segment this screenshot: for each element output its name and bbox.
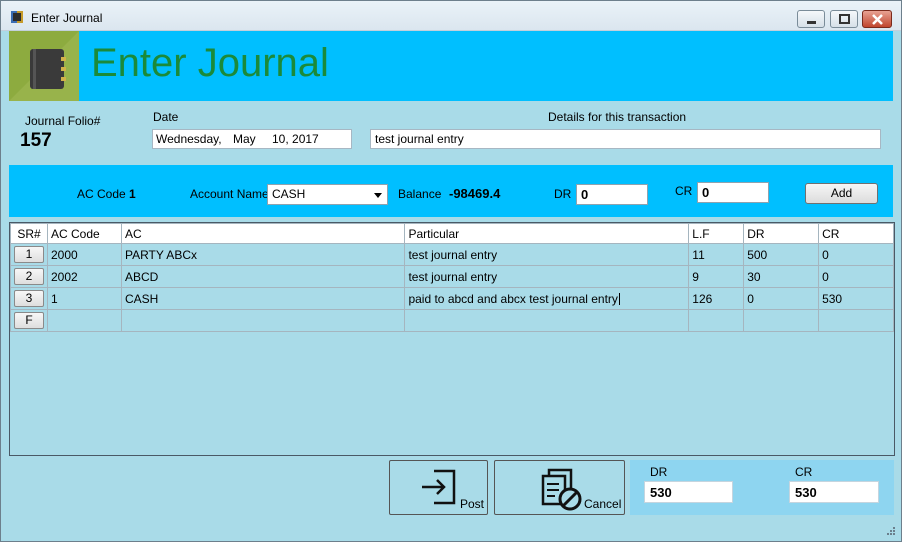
- minimize-button[interactable]: [797, 10, 825, 28]
- post-label: Post: [460, 497, 485, 511]
- window-title: Enter Journal: [31, 11, 103, 25]
- cell-particular-text: paid to abcd and abcx test journal entry: [408, 291, 618, 306]
- date-label: Date: [153, 110, 179, 124]
- minimize-icon: [807, 21, 816, 24]
- account-name-select[interactable]: CASH: [267, 184, 388, 205]
- details-label: Details for this transaction: [548, 110, 687, 124]
- col-header-ac[interactable]: AC: [120, 223, 406, 244]
- total-cr-label: CR: [795, 465, 813, 479]
- balance-value: -98469.4: [449, 186, 501, 201]
- table-row[interactable]: 1 2000 PARTY ABCx test journal entry 11 …: [10, 243, 894, 266]
- cell-ac[interactable]: ABCD: [120, 265, 406, 288]
- cr-label: CR: [675, 184, 693, 198]
- banner-logo: [9, 31, 79, 101]
- col-header-cr[interactable]: CR: [818, 223, 894, 244]
- cell-ac-code[interactable]: 1: [47, 287, 122, 310]
- cancel-label: Cancel: [584, 497, 622, 511]
- row-select-button[interactable]: F: [14, 312, 44, 329]
- page-title: Enter Journal: [91, 41, 329, 85]
- total-dr-label: DR: [650, 465, 668, 479]
- cell-dr[interactable]: 0: [743, 287, 820, 310]
- col-header-ac-code[interactable]: AC Code: [47, 223, 122, 244]
- cell-cr[interactable]: 0: [818, 265, 894, 288]
- maximize-icon: [839, 14, 850, 24]
- cell-ac-code[interactable]: 2000: [47, 243, 122, 266]
- folio-label: Journal Folio#: [25, 114, 101, 128]
- balance-label: Balance: [398, 187, 442, 201]
- chevron-down-icon: [374, 193, 382, 198]
- cancel-document-icon: [541, 468, 582, 511]
- table-row-new[interactable]: F: [10, 309, 894, 332]
- details-input[interactable]: test journal entry: [370, 129, 881, 149]
- cell-dr[interactable]: 30: [743, 265, 820, 288]
- row-select-button[interactable]: 2: [14, 268, 44, 285]
- account-name-label: Account Name: [190, 187, 269, 201]
- col-header-particular[interactable]: Particular: [404, 223, 690, 244]
- enter-journal-window: Enter Journal Enter Journal Journal Foli…: [0, 0, 902, 542]
- dr-label: DR: [554, 187, 572, 201]
- cell-particular[interactable]: [404, 309, 690, 332]
- cell-cr[interactable]: 0: [818, 243, 894, 266]
- cell-ac-code[interactable]: [47, 309, 122, 332]
- date-picker[interactable]: Wednesday, May 10, 2017: [152, 129, 501, 149]
- cell-dr[interactable]: [743, 309, 820, 332]
- totals-panel: DR CR 530 530: [630, 460, 894, 515]
- col-header-lf[interactable]: L.F: [688, 223, 745, 244]
- cell-ac[interactable]: PARTY ABCx: [120, 243, 406, 266]
- cell-particular[interactable]: test journal entry: [404, 265, 690, 288]
- cell-cr[interactable]: 530: [818, 287, 894, 310]
- total-cr-value: 530: [789, 481, 879, 503]
- sign-in-icon: [422, 469, 456, 505]
- cell-particular[interactable]: test journal entry: [404, 243, 690, 266]
- text-caret: [618, 293, 620, 306]
- date-rest: 10, 2017: [272, 132, 319, 146]
- journal-grid[interactable]: SR# AC Code AC Particular L.F DR CR 1 20…: [9, 222, 895, 456]
- row-select-button[interactable]: 1: [14, 246, 44, 263]
- ac-code-value: 1: [129, 187, 136, 201]
- dr-input[interactable]: 0: [576, 184, 648, 205]
- folio-value: 157: [20, 130, 52, 151]
- cell-lf[interactable]: [688, 309, 745, 332]
- row-select-button[interactable]: 3: [14, 290, 44, 307]
- cell-lf[interactable]: 11: [688, 243, 745, 266]
- cancel-button[interactable]: Cancel: [494, 460, 625, 515]
- add-button[interactable]: Add: [805, 183, 878, 204]
- col-header-dr[interactable]: DR: [743, 223, 820, 244]
- resize-grip-icon[interactable]: [886, 526, 895, 535]
- title-bar[interactable]: Enter Journal: [1, 1, 901, 31]
- cell-particular-editing[interactable]: paid to abcd and abcx test journal entry: [404, 287, 690, 310]
- maximize-button[interactable]: [830, 10, 858, 28]
- close-button[interactable]: [862, 10, 892, 28]
- cell-ac-code[interactable]: 2002: [47, 265, 122, 288]
- table-row[interactable]: 3 1 CASH paid to abcd and abcx test jour…: [10, 287, 894, 310]
- total-dr-value: 530: [644, 481, 733, 503]
- cr-input[interactable]: 0: [697, 182, 769, 203]
- header-banner: Enter Journal: [9, 31, 893, 101]
- app-notebook-icon: [11, 11, 23, 23]
- date-month: May: [233, 132, 256, 146]
- cell-ac[interactable]: [120, 309, 406, 332]
- table-row[interactable]: 2 2002 ABCD test journal entry 9 30 0: [10, 265, 894, 288]
- cell-lf[interactable]: 9: [688, 265, 745, 288]
- account-name-value: CASH: [272, 187, 306, 201]
- post-button[interactable]: Post: [389, 460, 488, 515]
- table-header-row: SR# AC Code AC Particular L.F DR CR: [10, 223, 894, 244]
- notebook-icon: [9, 31, 79, 101]
- ac-code-label: AC Code: [77, 187, 126, 201]
- close-icon: [872, 14, 883, 25]
- cell-cr[interactable]: [818, 309, 894, 332]
- col-header-sr[interactable]: SR#: [10, 223, 48, 244]
- cell-lf[interactable]: 126: [688, 287, 745, 310]
- date-day: Wednesday,: [156, 132, 222, 146]
- cell-dr[interactable]: 500: [743, 243, 820, 266]
- journal-table: SR# AC Code AC Particular L.F DR CR 1 20…: [10, 223, 894, 332]
- cell-ac[interactable]: CASH: [120, 287, 406, 310]
